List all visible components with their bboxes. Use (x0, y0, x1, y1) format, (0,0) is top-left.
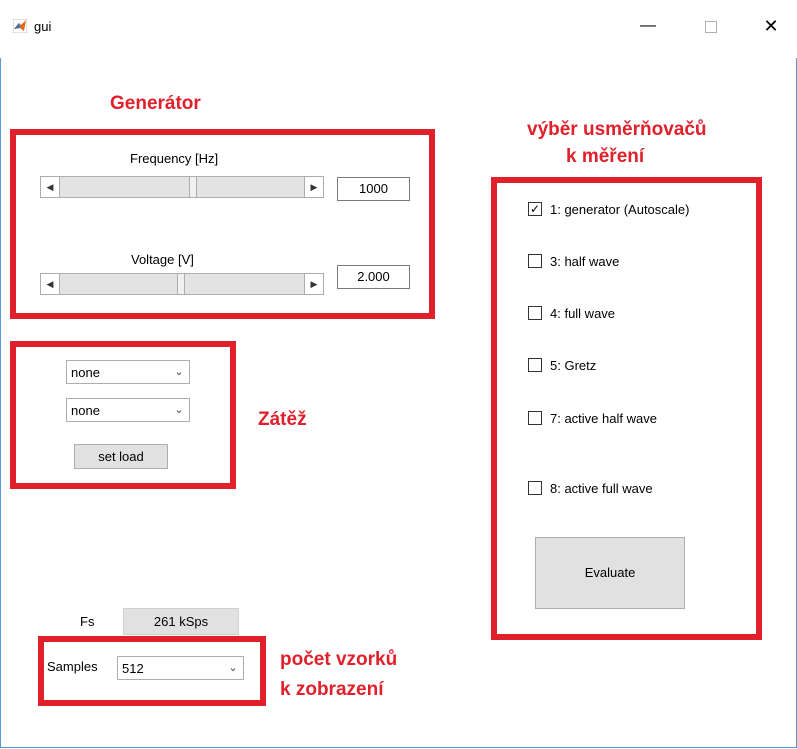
arrow-right-icon[interactable]: ▶ (304, 177, 323, 197)
chevron-down-icon: ⌄ (174, 404, 184, 416)
load-dropdown-1-value: none (71, 365, 100, 380)
rectifier-annotation-line2: k měření (566, 146, 645, 167)
rectifier-option-label: 7: active half wave (550, 411, 657, 426)
load-dropdown-1[interactable]: none ⌄ (66, 360, 190, 384)
title-bar: gui — ✕ (0, 0, 797, 58)
rectifier-option-label: 4: full wave (550, 306, 616, 321)
voltage-input[interactable]: 2.000 (337, 265, 410, 289)
minimize-icon: — (640, 17, 656, 34)
rectifier-option-label: 1: generator (Autoscale) (550, 202, 690, 217)
checkbox[interactable] (528, 481, 542, 495)
matlab-icon (13, 19, 27, 33)
voltage-slider[interactable]: ◀ ▶ (40, 273, 324, 295)
samples-dropdown-value: 512 (122, 661, 144, 676)
rectifier-annotation-line1: výběr usměrňovačů (527, 119, 707, 140)
rectifier-option-label: 3: half wave (550, 254, 620, 269)
frequency-slider-thumb[interactable] (189, 176, 197, 198)
evaluate-button[interactable]: Evaluate (535, 537, 685, 609)
minimize-button[interactable]: — (634, 14, 662, 38)
frequency-input[interactable]: 1000 (337, 177, 410, 201)
generator-annotation: Generátor (110, 93, 201, 114)
checkbox-checked[interactable]: ✓ (528, 202, 542, 216)
checkbox[interactable] (528, 254, 542, 268)
arrow-right-icon[interactable]: ▶ (304, 274, 323, 294)
voltage-label: Voltage [V] (131, 252, 194, 267)
window-title: gui (34, 19, 52, 34)
frequency-label: Frequency [Hz] (130, 151, 219, 166)
rectifier-option-label: 8: active full wave (550, 481, 653, 496)
samples-dropdown[interactable]: 512 ⌄ (117, 656, 244, 680)
rectifier-option-label: 5: Gretz (550, 358, 597, 373)
checkbox[interactable] (528, 358, 542, 372)
maximize-button[interactable] (697, 14, 725, 38)
checkbox[interactable] (528, 306, 542, 320)
chevron-down-icon: ⌄ (228, 662, 238, 674)
set-load-button[interactable]: set load (74, 444, 168, 469)
check-icon: ✓ (529, 202, 541, 216)
frequency-slider[interactable]: ◀ ▶ (40, 176, 324, 198)
checkbox[interactable] (528, 411, 542, 425)
load-annotation: Zátěž (258, 409, 307, 430)
arrow-left-icon[interactable]: ◀ (41, 274, 60, 294)
fs-value: 261 kSps (123, 608, 239, 635)
samples-annotation-line2: k zobrazení (280, 679, 384, 700)
load-dropdown-2-value: none (71, 403, 100, 418)
samples-annotation-line1: počet vzorků (280, 649, 398, 670)
maximize-icon (705, 20, 717, 33)
voltage-slider-thumb[interactable] (177, 273, 185, 295)
chevron-down-icon: ⌄ (174, 366, 184, 378)
fs-label: Fs (80, 614, 95, 629)
samples-label: Samples (47, 659, 98, 674)
load-dropdown-2[interactable]: none ⌄ (66, 398, 190, 422)
arrow-left-icon[interactable]: ◀ (41, 177, 60, 197)
close-button[interactable]: ✕ (757, 14, 785, 38)
close-icon: ✕ (763, 16, 779, 36)
